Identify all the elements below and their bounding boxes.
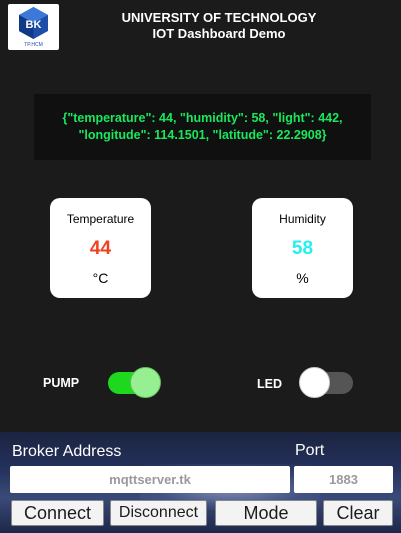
humidity-card: Humidity 58 % [252, 198, 353, 298]
connect-button[interactable]: Connect [11, 500, 104, 526]
connection-panel: Broker Address Port Connect Disconnect M… [0, 432, 401, 533]
json-message-display: {"temperature": 44, "humidity": 58, "lig… [34, 94, 371, 160]
port-label: Port [295, 442, 325, 459]
disconnect-button[interactable]: Disconnect [110, 500, 207, 526]
broker-address-label: Broker Address [12, 443, 122, 460]
pump-label: PUMP [43, 376, 80, 390]
university-logo: BK TP.HCM [8, 4, 59, 50]
humidity-unit: % [296, 270, 309, 286]
clear-button[interactable]: Clear [323, 500, 393, 526]
json-line-1: {"temperature": 44, "humidity": 58, "lig… [62, 111, 343, 125]
led-toggle[interactable] [299, 367, 353, 398]
mode-button[interactable]: Mode [215, 500, 317, 526]
temperature-card: Temperature 44 °C [50, 198, 151, 298]
port-input[interactable] [294, 466, 393, 493]
humidity-value: 58 [291, 238, 314, 259]
bk-logo-icon: BK TP.HCM [19, 7, 48, 48]
led-toggle-knob[interactable] [299, 367, 330, 398]
broker-address-input[interactable] [10, 466, 290, 493]
title-dashboard: IOT Dashboard Demo [152, 26, 286, 41]
temperature-label: Temperature [66, 212, 135, 226]
temperature-unit: °C [92, 270, 109, 286]
title-university: UNIVERSITY OF TECHNOLOGY [121, 10, 317, 25]
logo-subtext: TP.HCM [24, 42, 43, 48]
humidity-label: Humidity [279, 212, 326, 226]
led-label: LED [257, 377, 282, 391]
pump-toggle[interactable] [108, 367, 161, 398]
logo-text: BK [26, 19, 42, 31]
temperature-value: 44 [89, 238, 112, 259]
json-line-2: "longitude": 114.1501, "latitude": 22.29… [78, 128, 327, 142]
header-title: UNIVERSITY OF TECHNOLOGY IOT Dashboard D… [100, 10, 338, 42]
pump-toggle-knob[interactable] [130, 367, 161, 398]
